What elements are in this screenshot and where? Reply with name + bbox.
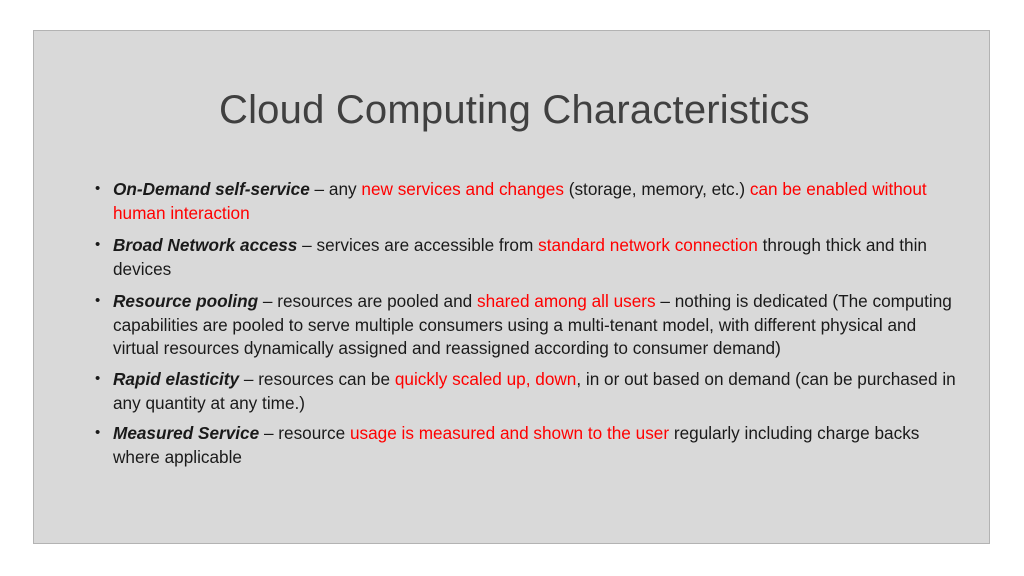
slide-canvas: Cloud Computing Characteristics On-Deman… bbox=[33, 30, 990, 544]
bullet-term: Broad Network access bbox=[113, 235, 298, 256]
bullet-highlight: standard network connection bbox=[538, 235, 758, 256]
bullet-text: – resources are pooled and bbox=[258, 291, 477, 312]
bullet-item: Rapid elasticity – resources can be quic… bbox=[92, 368, 962, 415]
bullet-term: Resource pooling bbox=[113, 291, 259, 312]
bullet-term: Rapid elasticity bbox=[113, 368, 240, 389]
bullet-text: – services are accessible from bbox=[297, 235, 539, 256]
bullet-term: Measured Service bbox=[113, 423, 260, 444]
bullet-highlight: quickly scaled up, down bbox=[394, 368, 577, 389]
bullet-highlight: usage is measured and shown to the user bbox=[349, 423, 670, 444]
bullet-list: On-Demand self-service – any new service… bbox=[92, 178, 962, 478]
bullet-term: On-Demand self-service bbox=[113, 179, 310, 199]
bullet-text: – any bbox=[309, 179, 362, 199]
bullet-highlight: shared among all users bbox=[476, 291, 656, 312]
bullet-item: Broad Network access – services are acce… bbox=[92, 234, 962, 281]
bullet-item: On-Demand self-service – any new service… bbox=[92, 178, 962, 225]
page-title: Cloud Computing Characteristics bbox=[219, 88, 810, 132]
bullet-text: – resources can be bbox=[239, 368, 395, 389]
bullet-text: – resource bbox=[259, 423, 350, 444]
bullet-highlight: new services and changes bbox=[361, 179, 564, 199]
bullet-text: (storage, memory, etc.) bbox=[563, 179, 750, 199]
bullet-item: Resource pooling – resources are pooled … bbox=[92, 290, 962, 361]
bullet-item: Measured Service – resource usage is mea… bbox=[92, 422, 962, 469]
